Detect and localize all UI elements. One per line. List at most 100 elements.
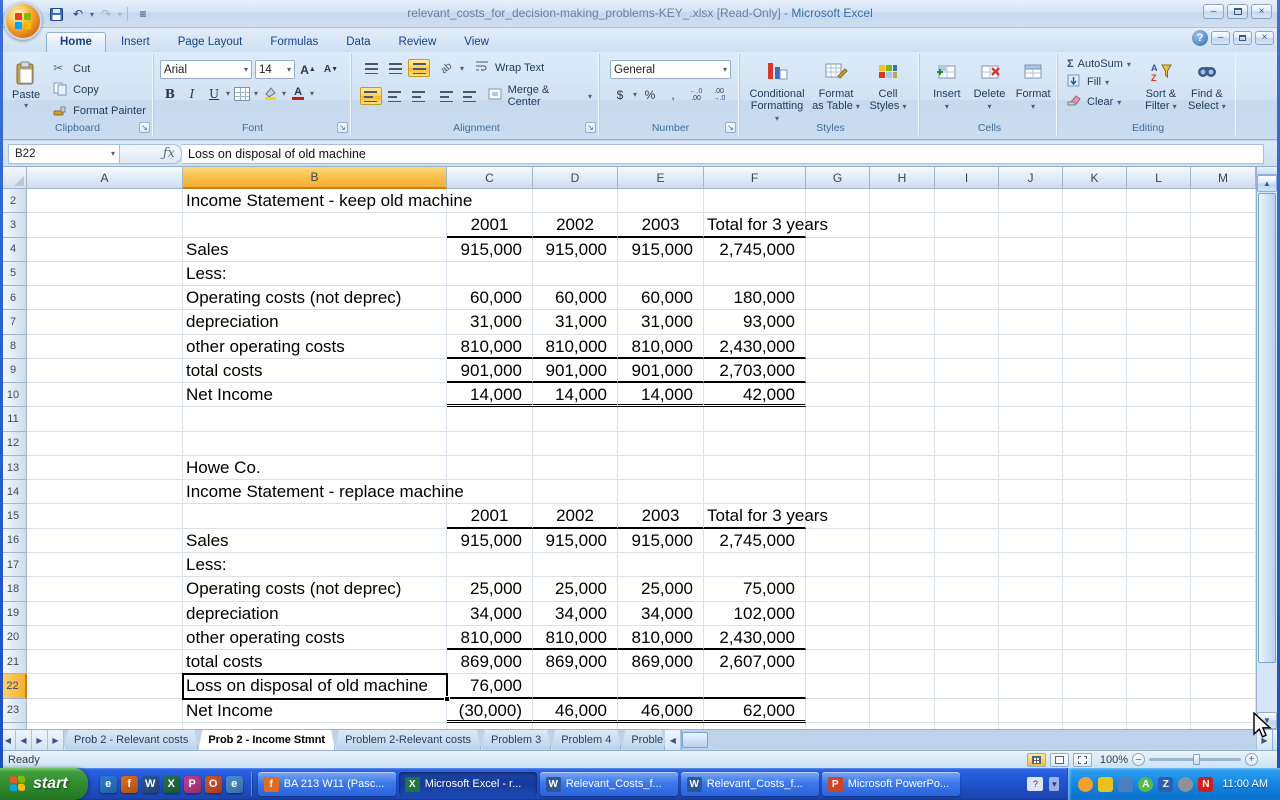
task-button-powerpoint[interactable]: PMicrosoft PowerPo... xyxy=(822,772,960,796)
cell-J7[interactable] xyxy=(999,310,1063,334)
sheet-tab-problem-2-relevant-costs[interactable]: Problem 2-Relevant costs xyxy=(335,730,481,750)
autosum-button[interactable]: ΣAutoSum▾ xyxy=(1064,57,1134,71)
cell-E4[interactable]: 915,000 xyxy=(618,238,704,262)
cell-I17[interactable] xyxy=(935,553,999,577)
cell-D22[interactable] xyxy=(533,674,618,698)
cell-C15[interactable]: 2001 xyxy=(447,504,533,528)
task-button-word[interactable]: WRelevant_Costs_f... xyxy=(540,772,678,796)
cell-E10[interactable]: 14,000 xyxy=(618,383,704,407)
tab-insert[interactable]: Insert xyxy=(108,33,163,52)
cell-J11[interactable] xyxy=(999,407,1063,431)
cell-A8[interactable] xyxy=(27,335,183,359)
align-center-button[interactable] xyxy=(384,87,406,105)
cell-D20[interactable]: 810,000 xyxy=(533,626,618,650)
cell-I14[interactable] xyxy=(935,480,999,504)
cell-M20[interactable] xyxy=(1191,626,1256,650)
last-sheet-button[interactable]: ▶ xyxy=(48,730,64,750)
row-header-8[interactable]: 8 xyxy=(0,335,27,359)
cell-K14[interactable] xyxy=(1063,480,1127,504)
cell-C18[interactable]: 25,000 xyxy=(447,577,533,601)
cell-F9[interactable]: 2,703,000 xyxy=(704,359,806,383)
cell-H7[interactable] xyxy=(870,310,935,334)
cell-I8[interactable] xyxy=(935,335,999,359)
row-header-3[interactable]: 3 xyxy=(0,213,27,237)
cell-E6[interactable]: 60,000 xyxy=(618,286,704,310)
scroll-right-button[interactable]: ▶ xyxy=(1256,730,1272,750)
cell-G23[interactable] xyxy=(806,699,870,723)
cell-L21[interactable] xyxy=(1127,650,1191,674)
cell-M16[interactable] xyxy=(1191,529,1256,553)
cell-K15[interactable] xyxy=(1063,504,1127,528)
cell-K19[interactable] xyxy=(1063,602,1127,626)
cell-E5[interactable] xyxy=(618,262,704,286)
ie-window-icon[interactable]: e xyxy=(226,776,243,793)
cell-H12[interactable] xyxy=(870,432,935,456)
cell-A9[interactable] xyxy=(27,359,183,383)
task-button-firefox[interactable]: fBA 213 W11 (Pasc... xyxy=(258,772,396,796)
cell-F3[interactable]: Total for 3 years xyxy=(704,213,806,237)
cell-D23[interactable]: 46,000 xyxy=(533,699,618,723)
cell-M8[interactable] xyxy=(1191,335,1256,359)
cell-K4[interactable] xyxy=(1063,238,1127,262)
cell-D8[interactable]: 810,000 xyxy=(533,335,618,359)
column-header-A[interactable]: A xyxy=(27,167,183,189)
cell-B17[interactable]: Less: xyxy=(183,553,447,577)
horizontal-scrollbar[interactable]: ▶ xyxy=(681,730,1272,750)
cell-B16[interactable]: Sales xyxy=(183,529,447,553)
cell-F5[interactable] xyxy=(704,262,806,286)
cell-M21[interactable] xyxy=(1191,650,1256,674)
cell-J2[interactable] xyxy=(999,189,1063,213)
wrap-text-button[interactable]: Wrap Text xyxy=(472,59,547,77)
cell-D16[interactable]: 915,000 xyxy=(533,529,618,553)
sheet-tab-prob-2-relevant-costs[interactable]: Prob 2 - Relevant costs xyxy=(64,730,198,750)
cell-I5[interactable] xyxy=(935,262,999,286)
row-header-21[interactable]: 21 xyxy=(0,650,27,674)
cell-C22[interactable]: 76,000 xyxy=(447,674,533,698)
cell-D11[interactable] xyxy=(533,407,618,431)
cell-E15[interactable]: 2003 xyxy=(618,504,704,528)
cell-C16[interactable]: 915,000 xyxy=(447,529,533,553)
cell-F10[interactable]: 42,000 xyxy=(704,383,806,407)
cell-K7[interactable] xyxy=(1063,310,1127,334)
cell-E8[interactable]: 810,000 xyxy=(618,335,704,359)
sheet-tab-problem-3[interactable]: Problem 3 xyxy=(481,730,551,750)
align-right-button[interactable] xyxy=(407,87,429,105)
cell-G22[interactable] xyxy=(806,674,870,698)
cell-K20[interactable] xyxy=(1063,626,1127,650)
cell-L15[interactable] xyxy=(1127,504,1191,528)
cell-H6[interactable] xyxy=(870,286,935,310)
cell-L12[interactable] xyxy=(1127,432,1191,456)
cell-J3[interactable] xyxy=(999,213,1063,237)
row-header-13[interactable]: 13 xyxy=(0,456,27,480)
row-header-18[interactable]: 18 xyxy=(0,577,27,601)
fill-button[interactable]: Fill▾ xyxy=(1064,73,1134,91)
cell-A12[interactable] xyxy=(27,432,183,456)
cell-F15[interactable]: Total for 3 years xyxy=(704,504,806,528)
cell-A14[interactable] xyxy=(27,480,183,504)
row-header-11[interactable]: 11 xyxy=(0,407,27,431)
cell-J14[interactable] xyxy=(999,480,1063,504)
cell-C3[interactable]: 2001 xyxy=(447,213,533,237)
cell-A17[interactable] xyxy=(27,553,183,577)
cell-M6[interactable] xyxy=(1191,286,1256,310)
cell-G13[interactable] xyxy=(806,456,870,480)
cell-I23[interactable] xyxy=(935,699,999,723)
font-color-button[interactable]: A xyxy=(288,84,308,103)
z-icon[interactable]: Z xyxy=(1158,777,1173,792)
cell-H9[interactable] xyxy=(870,359,935,383)
decrease-indent-button[interactable] xyxy=(435,87,457,105)
cell-E7[interactable]: 31,000 xyxy=(618,310,704,334)
cell-C9[interactable]: 901,000 xyxy=(447,359,533,383)
underline-button[interactable]: U xyxy=(204,84,224,103)
format-as-table-button[interactable]: Format as Table ▾ xyxy=(808,57,864,128)
cell-I18[interactable] xyxy=(935,577,999,601)
cell-B3[interactable] xyxy=(183,213,447,237)
cell-A19[interactable] xyxy=(27,602,183,626)
cell-L22[interactable] xyxy=(1127,674,1191,698)
cell-G21[interactable] xyxy=(806,650,870,674)
cell-L6[interactable] xyxy=(1127,286,1191,310)
borders-button[interactable] xyxy=(232,84,252,103)
copy-button[interactable]: Copy xyxy=(50,81,149,99)
conditional-formatting-button[interactable]: Conditional Formatting ▾ xyxy=(746,57,808,128)
zoom-out-button[interactable]: – xyxy=(1132,753,1145,766)
